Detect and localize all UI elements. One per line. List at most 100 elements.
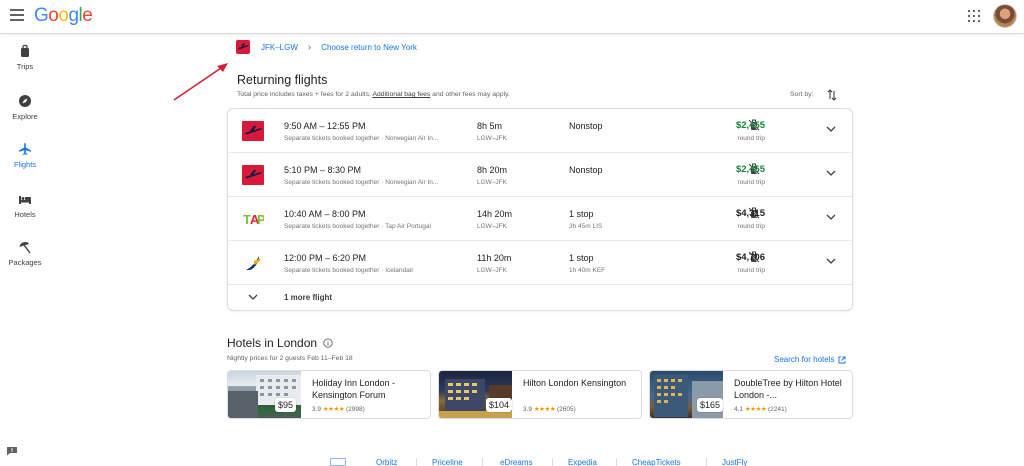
flight-stops: 1 stop bbox=[569, 209, 594, 219]
breadcrumb-return-link[interactable]: Choose return to New York bbox=[321, 43, 417, 52]
flight-stops: Nonstop bbox=[569, 121, 603, 131]
flight-airports: LGW–JFK bbox=[477, 223, 507, 230]
apps-grid-icon[interactable] bbox=[968, 10, 980, 22]
hotel-name: DoubleTree by Hilton Hotel London -... bbox=[734, 378, 842, 400]
price-type: round trip bbox=[737, 267, 765, 274]
sort-by-label: Sort by: bbox=[790, 91, 814, 98]
flight-times: 12:00 PM – 6:20 PM bbox=[284, 253, 367, 263]
annotation-arrow-icon bbox=[173, 63, 228, 101]
flight-stop-detail: 3h 45m LIS bbox=[569, 223, 603, 230]
flight-stops: 1 stop bbox=[569, 253, 594, 263]
suitcase-icon bbox=[21, 44, 29, 57]
compass-icon bbox=[19, 95, 31, 107]
hotel-price: $95 bbox=[275, 398, 297, 412]
norwegian-logo-icon bbox=[242, 165, 264, 185]
beach-umbrella-icon bbox=[19, 242, 31, 254]
hotel-rating: 3.9 ★★★★ (2605) bbox=[523, 406, 576, 413]
flight-duration: 11h 20m bbox=[477, 253, 512, 263]
flight-airports: LGW–JFK bbox=[477, 135, 507, 142]
more-flights-button[interactable]: 1 more flight bbox=[228, 285, 852, 311]
hotel-name: Hilton London Kensington bbox=[523, 378, 627, 388]
avatar[interactable] bbox=[993, 4, 1017, 28]
flight-row[interactable]: 9:50 AM – 12:55 PM Separate tickets book… bbox=[228, 109, 852, 153]
flight-times: 9:50 AM – 12:55 PM bbox=[284, 121, 366, 131]
divider bbox=[706, 458, 707, 466]
chevron-down-icon[interactable] bbox=[826, 125, 836, 133]
flight-row[interactable]: 5:10 PM – 8:30 PM Separate tickets booke… bbox=[228, 153, 852, 197]
breadcrumb-route-link[interactable]: JFK–LGW bbox=[261, 43, 298, 52]
hotel-rating: 4.1 ★★★★ (2241) bbox=[734, 406, 787, 413]
hotel-card[interactable]: $95 Holiday Inn London - Kensington Foru… bbox=[227, 370, 431, 419]
partner-link-expedia[interactable]: Expedia bbox=[568, 458, 597, 466]
sort-icon[interactable] bbox=[827, 89, 837, 101]
flight-duration: 14h 20m bbox=[477, 209, 513, 219]
partner-link-justfly[interactable]: JustFly bbox=[722, 458, 747, 466]
nav-item-trips[interactable]: Trips bbox=[0, 44, 50, 71]
nav-item-explore[interactable]: Explore bbox=[0, 94, 50, 121]
breadcrumb: JFK–LGW › Choose return to New York bbox=[236, 40, 417, 54]
partner-link-priceline[interactable]: Priceline bbox=[432, 458, 463, 466]
partner-link-edreams[interactable]: eDreams bbox=[500, 458, 532, 466]
flight-times: 5:10 PM – 8:30 PM bbox=[284, 165, 362, 175]
partner-link-orbitz[interactable]: Orbitz bbox=[376, 458, 397, 466]
flight-note: Separate tickets booked together · Norwe… bbox=[284, 179, 439, 186]
norwegian-logo-icon bbox=[242, 121, 264, 141]
chevron-down-icon[interactable] bbox=[826, 213, 836, 221]
subtitle-text: Total price includes taxes + fees for 2 … bbox=[237, 91, 373, 98]
hotels-title-text: Hotels in London bbox=[227, 336, 318, 350]
hotel-rating: 3.9 ★★★★ (2998) bbox=[312, 406, 365, 413]
external-link-icon bbox=[839, 356, 846, 363]
flight-times: 10:40 AM – 8:00 PM bbox=[284, 209, 366, 219]
feedback-icon[interactable] bbox=[6, 446, 18, 456]
chevron-down-icon[interactable] bbox=[826, 257, 836, 265]
icelandair-logo-icon bbox=[242, 253, 264, 273]
flight-row[interactable]: 12:00 PM – 6:20 PM Separate tickets book… bbox=[228, 241, 852, 285]
hotel-card[interactable]: $104 Hilton London Kensington 3.9 ★★★★ (… bbox=[438, 370, 642, 419]
results-title: Returning flights bbox=[237, 73, 328, 87]
search-hotels-label: Search for hotels bbox=[774, 355, 835, 364]
chevron-right-icon: › bbox=[307, 41, 312, 53]
bag-fees-link[interactable]: Additional bag fees bbox=[372, 91, 430, 98]
hotel-card[interactable]: $165 DoubleTree by Hilton Hotel London -… bbox=[649, 370, 853, 419]
info-icon[interactable] bbox=[323, 338, 333, 348]
chevron-down-icon[interactable] bbox=[826, 169, 836, 177]
nav-item-hotels[interactable]: Hotels bbox=[0, 192, 50, 219]
hotel-price: $165 bbox=[697, 398, 724, 412]
google-logo[interactable]: Google bbox=[34, 5, 93, 27]
partner-link-cheaptickets[interactable]: CheapTickets bbox=[632, 458, 681, 466]
tap-air-portugal-logo-icon: TAP bbox=[242, 209, 266, 229]
flight-row[interactable]: TAP 10:40 AM – 8:00 PM Separate tickets … bbox=[228, 197, 852, 241]
bed-icon bbox=[19, 196, 31, 204]
hotel-price: $104 bbox=[486, 398, 513, 412]
more-flights-label: 1 more flight bbox=[284, 293, 333, 302]
flight-airports: LGW–JFK bbox=[477, 267, 507, 274]
flight-price: $4,315 bbox=[735, 208, 765, 219]
flight-duration: 8h 20m bbox=[477, 165, 508, 175]
divider bbox=[416, 458, 417, 466]
hotels-section-title: Hotels in London bbox=[227, 336, 333, 350]
nav-item-packages[interactable]: Packages bbox=[0, 240, 50, 267]
flight-note: Separate tickets booked together · Tap A… bbox=[284, 223, 431, 230]
partner-logo-icon bbox=[330, 458, 346, 466]
nav-item-flights[interactable]: Flights bbox=[0, 142, 50, 169]
flight-stops: Nonstop bbox=[569, 165, 603, 175]
search-hotels-link[interactable]: Search for hotels bbox=[774, 355, 846, 364]
nav-label: Trips bbox=[16, 62, 34, 71]
nav-label: Hotels bbox=[14, 210, 36, 219]
hotel-name: Holiday Inn London - Kensington Forum bbox=[312, 378, 396, 400]
chevron-down-icon bbox=[248, 294, 258, 300]
nav-label: Explore bbox=[12, 112, 38, 121]
divider bbox=[552, 458, 553, 466]
flight-note: Separate tickets booked together · Icela… bbox=[284, 267, 414, 274]
norwegian-logo-icon bbox=[236, 40, 250, 54]
flight-airports: LGW–JFK bbox=[477, 179, 507, 186]
menu-icon[interactable] bbox=[10, 9, 24, 21]
nav-label: Packages bbox=[8, 258, 42, 267]
flight-duration: 8h 5m bbox=[477, 121, 503, 131]
price-type: round trip bbox=[737, 135, 765, 142]
flight-list: 9:50 AM – 12:55 PM Separate tickets book… bbox=[227, 108, 853, 311]
flight-price: $2,455 bbox=[735, 120, 765, 131]
price-type: round trip bbox=[737, 179, 765, 186]
subtitle-text: and other fees may apply. bbox=[430, 91, 510, 98]
hotels-subtitle: Nightly prices for 2 guests Feb 11–Feb 1… bbox=[227, 355, 353, 362]
